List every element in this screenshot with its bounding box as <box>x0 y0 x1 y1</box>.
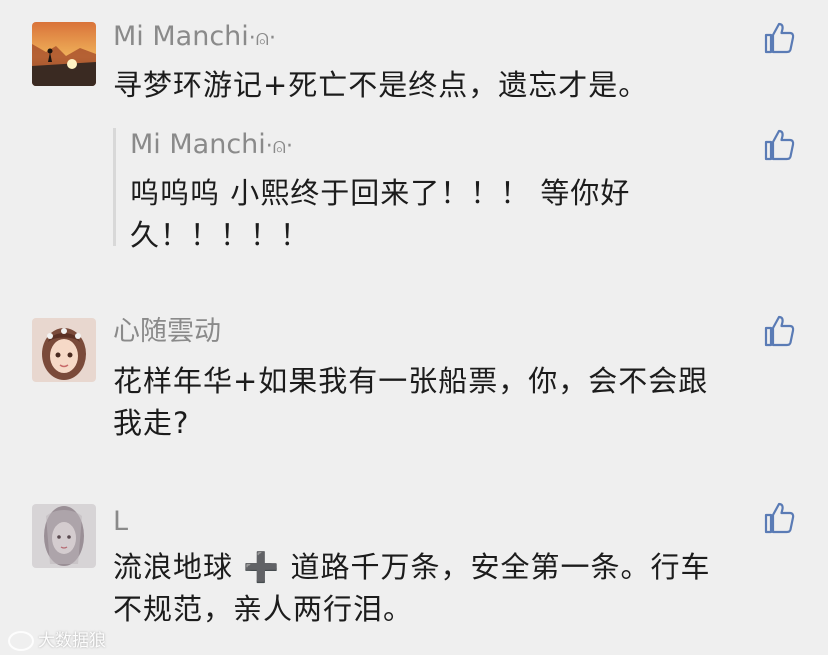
thumbs-up-icon[interactable] <box>762 314 796 348</box>
reply-username[interactable]: Mi Manchi·⍝· <box>130 129 293 163</box>
comment-text-line-2: 我走? <box>113 406 190 440</box>
watermark-text: 大数据狼 <box>38 631 106 651</box>
reply-text-line-1: 呜呜呜 小熙终于回来了！！！ 等你好 <box>130 176 631 210</box>
reply-text-line-2: 久！！！！！ <box>130 218 311 252</box>
comment-item: Mi Manchi·⍝· 寻梦环游记+死亡不是终点，遗忘才是。 Mi Manch… <box>0 0 828 290</box>
avatar[interactable] <box>32 504 96 568</box>
thumbs-up-icon[interactable] <box>762 21 796 55</box>
watermark-logo-icon <box>8 631 34 651</box>
watermark: 大数据狼 <box>8 626 106 651</box>
comment-username[interactable]: L <box>113 506 128 538</box>
comment-text: 寻梦环游记+死亡不是终点，遗忘才是。 <box>113 68 649 102</box>
reply-username-text[interactable]: Mi Manchi <box>130 129 266 160</box>
comment-item: 心随雲动 花样年华+如果我有一张船票，你，会不会跟 我走? <box>0 300 828 480</box>
comment-item: L 流浪地球 ➕ 道路千万条，安全第一条。行车 不规范，亲人两行泪。 <box>0 490 828 655</box>
reply-user-badge: ·⍝· <box>265 134 293 159</box>
reply-divider <box>113 128 116 246</box>
comment-text-line-1: 流浪地球 ➕ 道路千万条，安全第一条。行车 <box>113 550 711 584</box>
comment-text-line-1: 花样年华+如果我有一张船票，你，会不会跟 <box>113 364 709 398</box>
avatar[interactable] <box>32 22 96 86</box>
comment-username[interactable]: 心随雲动 <box>113 316 221 348</box>
thumbs-up-icon[interactable] <box>762 501 796 535</box>
user-badge: ·⍝· <box>248 26 276 51</box>
thumbs-up-icon[interactable] <box>762 128 796 162</box>
comment-text-line-2: 不规范，亲人两行泪。 <box>113 592 414 626</box>
username-text[interactable]: Mi Manchi <box>113 21 249 52</box>
comment-username[interactable]: Mi Manchi·⍝· <box>113 21 276 55</box>
avatar[interactable] <box>32 318 96 382</box>
